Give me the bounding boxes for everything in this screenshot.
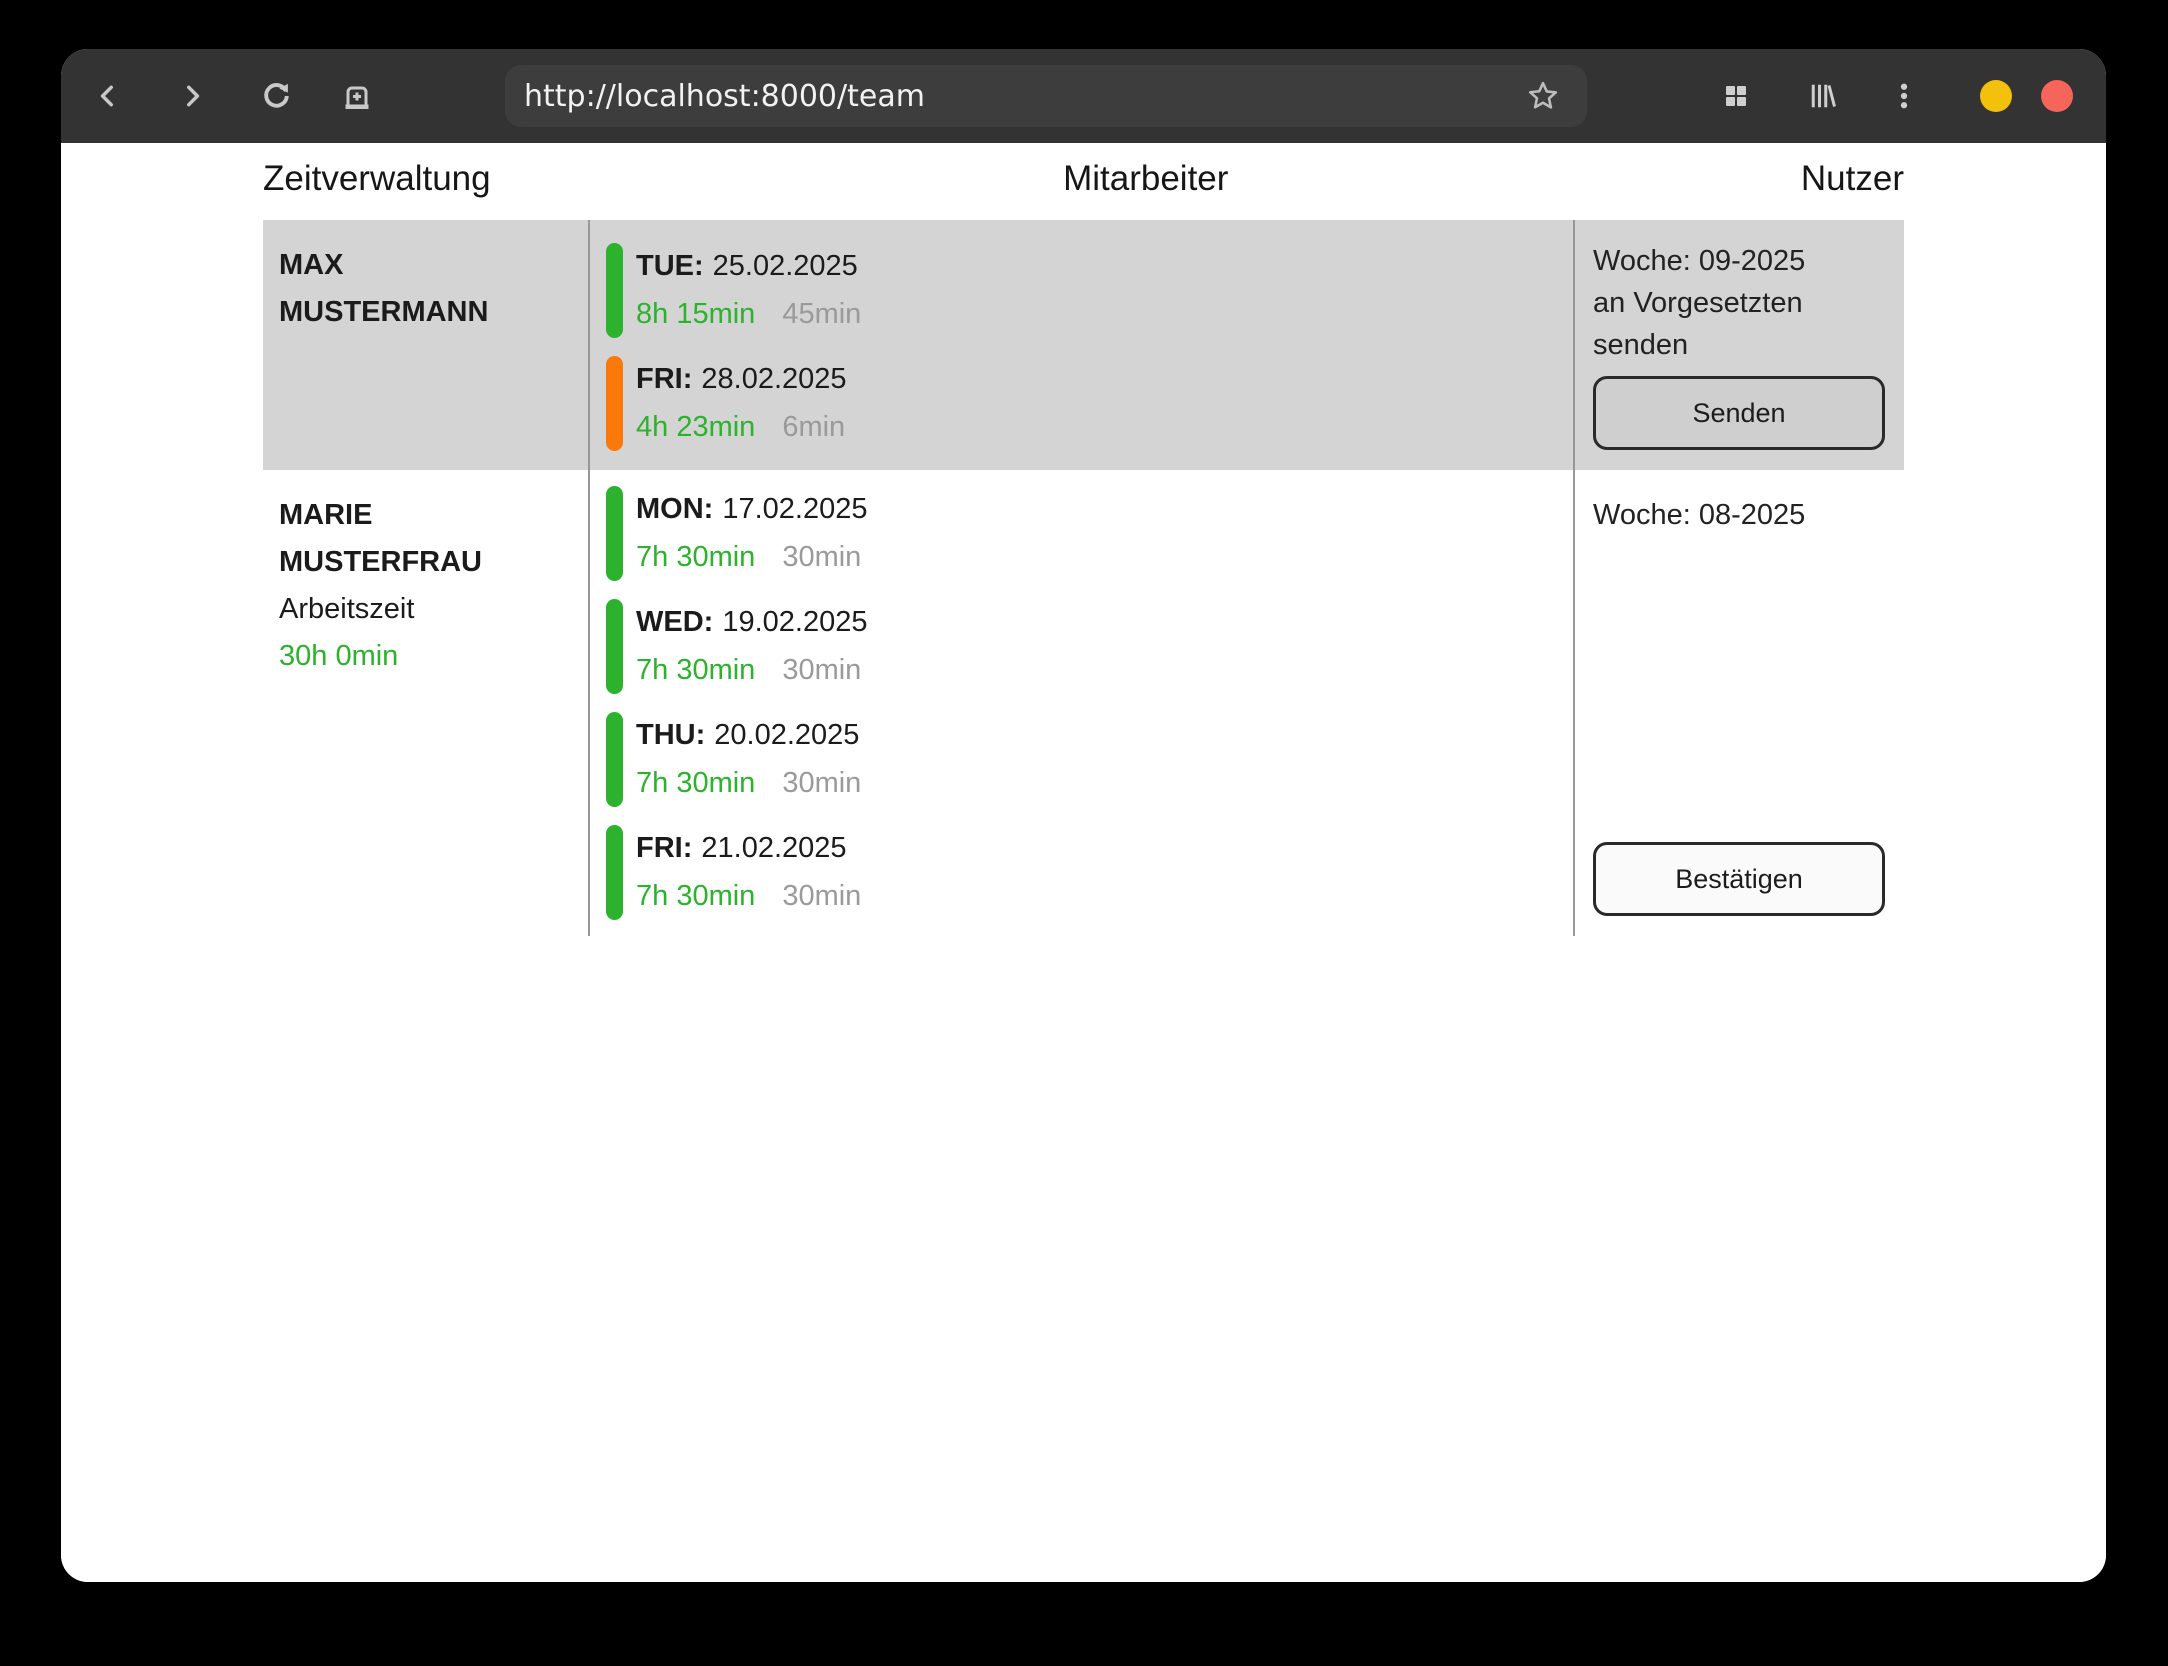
pause-duration: 6min [782, 411, 845, 443]
bestaetigen-button[interactable]: Bestätigen [1593, 842, 1885, 916]
entry-time-line: 7h 30min 30min [636, 647, 867, 695]
library-icon [1807, 81, 1837, 111]
work-duration: 7h 30min [636, 541, 755, 573]
employee-first-name: MARIE [279, 492, 572, 539]
employee-last-name: MUSTERFRAU [279, 539, 572, 586]
time-entry: MON: 17.02.2025 7h 30min 30min [606, 486, 1573, 581]
day-label: FRI: [636, 363, 692, 395]
work-duration: 8h 15min [636, 298, 755, 330]
entry-date: 17.02.2025 [722, 493, 867, 525]
week-action-cell: Woche: 08-2025 Bestätigen [1575, 470, 1904, 936]
week-label: Woche: 09-2025 [1593, 240, 1888, 282]
employee-row: MAX MUSTERMANN TUE: 25.02.2025 8h 15min 45… [263, 220, 1904, 470]
employee-name-cell: MARIE MUSTERFRAU Arbeitszeit 30h 0min [263, 470, 588, 936]
desktop: { "browser": { "url": "http://localhost:… [0, 0, 2168, 1666]
entry-time-line: 8h 15min 45min [636, 291, 861, 339]
worktime-label: Arbeitszeit [279, 586, 572, 633]
team-table: MAX MUSTERMANN TUE: 25.02.2025 8h 15min 45… [263, 220, 1904, 936]
day-label: WED: [636, 606, 713, 638]
status-bar [606, 825, 623, 920]
entry-time-line: 7h 30min 30min [636, 873, 861, 921]
entry-date: 20.02.2025 [714, 719, 859, 751]
page-nav: Zeitverwaltung Mitarbeiter Nutzer [263, 143, 1904, 211]
senden-button[interactable]: Senden [1593, 376, 1885, 450]
status-bar [606, 356, 623, 451]
entry-time-line: 7h 30min 30min [636, 534, 867, 582]
entry-date-line: FRI: 21.02.2025 [636, 825, 861, 873]
time-entry: FRI: 28.02.2025 4h 23min 6min [606, 356, 1573, 451]
status-bar [606, 243, 623, 338]
entry-date: 28.02.2025 [701, 363, 846, 395]
week-label: Woche: 08-2025 [1593, 494, 1888, 536]
entry-date-line: MON: 17.02.2025 [636, 486, 867, 534]
time-entry: FRI: 21.02.2025 7h 30min 30min [606, 825, 1573, 920]
day-label: MON: [636, 493, 713, 525]
page-team: Zeitverwaltung Mitarbeiter Nutzer MAX MU… [61, 143, 2106, 1582]
nav-zeitverwaltung[interactable]: Zeitverwaltung [263, 159, 491, 199]
back-button[interactable] [95, 83, 121, 109]
entry-date: 21.02.2025 [701, 832, 846, 864]
pause-duration: 30min [782, 767, 861, 799]
nav-mitarbeiter[interactable]: Mitarbeiter [1063, 159, 1228, 199]
browser-toolbar: http://localhost:8000/team [61, 49, 2106, 143]
entry-date-line: WED: 19.02.2025 [636, 599, 867, 647]
status-bar [606, 599, 623, 694]
address-bar: http://localhost:8000/team [505, 65, 1587, 127]
work-duration: 4h 23min [636, 411, 755, 443]
employee-first-name: MAX [279, 242, 572, 289]
pause-duration: 30min [782, 541, 861, 573]
tab-overview-button[interactable] [1721, 81, 1751, 111]
entry-time-line: 7h 30min 30min [636, 760, 861, 808]
entry-date: 19.02.2025 [722, 606, 867, 638]
menu-button[interactable] [1889, 81, 1919, 111]
entry-date-line: FRI: 28.02.2025 [636, 356, 847, 404]
work-duration: 7h 30min [636, 880, 755, 912]
pause-duration: 30min [782, 654, 861, 686]
entry-date-line: THU: 20.02.2025 [636, 712, 861, 760]
pause-duration: 30min [782, 880, 861, 912]
pause-duration: 45min [782, 298, 861, 330]
time-entries-cell: MON: 17.02.2025 7h 30min 30min WED: 19.02.2… [588, 470, 1575, 936]
day-label: TUE: [636, 250, 704, 282]
reload-button[interactable] [261, 81, 292, 112]
worktime-value: 30h 0min [279, 633, 572, 680]
tab-grid-icon [1721, 81, 1751, 111]
url-input[interactable]: http://localhost:8000/team [524, 79, 1587, 114]
entry-date: 25.02.2025 [713, 250, 858, 282]
status-bar [606, 486, 623, 581]
entry-date-line: TUE: 25.02.2025 [636, 243, 861, 291]
employee-name-cell: MAX MUSTERMANN [263, 220, 588, 470]
work-duration: 7h 30min [636, 767, 755, 799]
day-label: FRI: [636, 832, 692, 864]
employee-row: MARIE MUSTERFRAU Arbeitszeit 30h 0min MO… [263, 470, 1904, 936]
new-tab-button[interactable] [341, 81, 373, 112]
week-action-text: senden [1593, 324, 1888, 366]
time-entry: WED: 19.02.2025 7h 30min 30min [606, 599, 1573, 694]
time-entries-cell: TUE: 25.02.2025 8h 15min 45min FRI: 28.02.2… [588, 220, 1575, 470]
nav-nutzer[interactable]: Nutzer [1801, 159, 1904, 199]
kebab-menu-icon [1889, 81, 1919, 111]
day-label: THU: [636, 719, 705, 751]
status-bar [606, 712, 623, 807]
work-duration: 7h 30min [636, 654, 755, 686]
close-button[interactable] [2041, 80, 2073, 112]
forward-button[interactable] [179, 83, 205, 109]
time-entry: THU: 20.02.2025 7h 30min 30min [606, 712, 1573, 807]
time-entry: TUE: 25.02.2025 8h 15min 45min [606, 243, 1573, 338]
employee-last-name: MUSTERMANN [279, 289, 572, 336]
new-tab-icon [341, 81, 373, 112]
bookmark-button[interactable] [1525, 78, 1561, 114]
forward-icon [179, 83, 205, 109]
reload-icon [261, 81, 292, 112]
minimize-button[interactable] [1980, 80, 2012, 112]
bookmark-star-icon [1525, 78, 1561, 114]
week-action-cell: Woche: 09-2025 an Vorgesetzten senden Se… [1575, 220, 1904, 470]
week-action-text: an Vorgesetzten [1593, 282, 1888, 324]
entry-time-line: 4h 23min 6min [636, 404, 847, 452]
back-icon [95, 83, 121, 109]
library-button[interactable] [1807, 81, 1837, 111]
browser-window: http://localhost:8000/team [61, 49, 2106, 1582]
